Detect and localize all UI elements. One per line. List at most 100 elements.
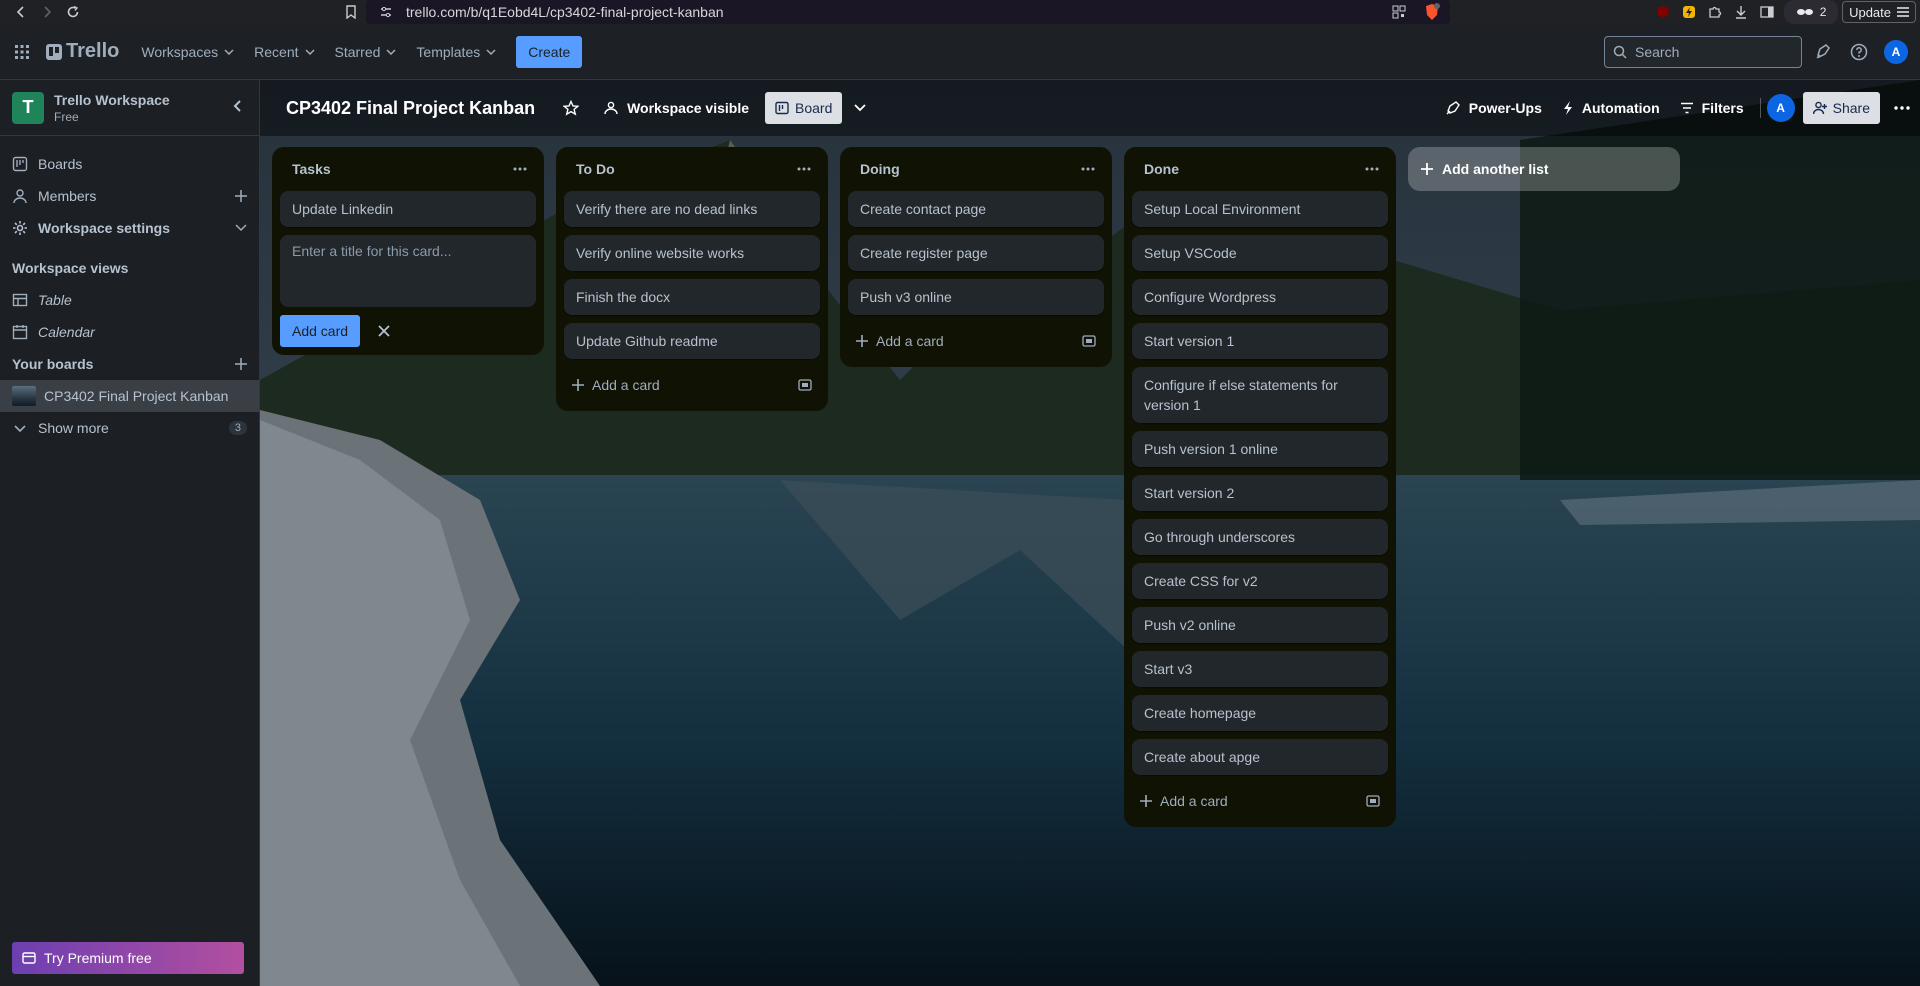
add-card-button[interactable]: Add a card bbox=[1132, 783, 1388, 819]
extensions-puzzle-icon[interactable] bbox=[1702, 0, 1728, 24]
card[interactable]: Setup VSCode bbox=[1132, 235, 1388, 271]
try-premium-button[interactable]: Try Premium free bbox=[12, 942, 244, 974]
board-menu-button[interactable] bbox=[1884, 92, 1920, 124]
brave-shields-icon[interactable] bbox=[1424, 3, 1440, 21]
back-icon[interactable] bbox=[8, 0, 34, 24]
share-button[interactable]: Share bbox=[1802, 92, 1880, 124]
site-settings-icon[interactable] bbox=[380, 6, 392, 18]
card[interactable]: Create contact page bbox=[848, 191, 1104, 227]
workspace-name[interactable]: Trello Workspace bbox=[54, 92, 170, 108]
card[interactable]: Start version 2 bbox=[1132, 475, 1388, 511]
nav-recent[interactable]: Recent bbox=[244, 36, 324, 68]
card-title-input[interactable]: Enter a title for this card... bbox=[280, 235, 536, 307]
card[interactable]: Finish the docx bbox=[564, 279, 820, 315]
bookmark-icon[interactable] bbox=[338, 0, 364, 24]
nav-starred[interactable]: Starred bbox=[325, 36, 407, 68]
nav-workspaces[interactable]: Workspaces bbox=[131, 36, 244, 68]
board-divider bbox=[1759, 98, 1761, 118]
download-icon[interactable] bbox=[1728, 0, 1754, 24]
qr-code-icon[interactable] bbox=[1392, 5, 1406, 19]
card[interactable]: Verify there are no dead links bbox=[564, 191, 820, 227]
notifications-icon[interactable] bbox=[1814, 36, 1834, 68]
board-title[interactable]: CP3402 Final Project Kanban bbox=[286, 98, 535, 119]
nav-templates[interactable]: Templates bbox=[406, 36, 506, 68]
address-bar[interactable]: trello.com/b/q1Eobd4L/cp3402-final-proje… bbox=[366, 0, 1450, 24]
card[interactable]: Push v2 online bbox=[1132, 607, 1388, 643]
card[interactable]: Create homepage bbox=[1132, 695, 1388, 731]
card-template-icon[interactable] bbox=[1366, 794, 1380, 808]
card[interactable]: Go through underscores bbox=[1132, 519, 1388, 555]
user-avatar[interactable]: A bbox=[1884, 40, 1908, 64]
ublock-icon[interactable] bbox=[1650, 0, 1676, 24]
list-menu-icon[interactable] bbox=[508, 157, 532, 181]
sidebar-view-table[interactable]: Table bbox=[0, 284, 259, 316]
power-ups-button[interactable]: Power-Ups bbox=[1435, 92, 1552, 124]
sidebar-item-boards[interactable]: Boards bbox=[0, 148, 259, 180]
sidebar-board-cp3402[interactable]: CP3402 Final Project Kanban bbox=[0, 380, 259, 412]
close-icon[interactable] bbox=[372, 319, 396, 343]
list-title[interactable]: To Do bbox=[576, 161, 615, 177]
search-input[interactable]: Search bbox=[1604, 36, 1802, 68]
composer-actions: Add card bbox=[280, 315, 536, 347]
app-switcher-icon[interactable] bbox=[14, 36, 32, 68]
board-member-avatar[interactable]: A bbox=[1766, 94, 1795, 122]
show-more-label: Show more bbox=[38, 420, 109, 436]
add-member-icon[interactable] bbox=[235, 190, 247, 202]
add-card-submit-button[interactable]: Add card bbox=[280, 315, 361, 347]
card-template-icon[interactable] bbox=[1082, 334, 1096, 348]
list-title[interactable]: Doing bbox=[860, 161, 900, 177]
list-tasks: Tasks Update Linkedin Enter a title for … bbox=[272, 147, 544, 355]
sidebar-item-workspace-settings[interactable]: Workspace settings bbox=[0, 212, 259, 244]
reload-icon[interactable] bbox=[60, 0, 86, 24]
card[interactable]: Update Github readme bbox=[564, 323, 820, 359]
show-more-button[interactable]: Show more 3 bbox=[0, 412, 259, 444]
views-dropdown-button[interactable] bbox=[844, 92, 876, 124]
card[interactable]: Setup Local Environment bbox=[1132, 191, 1388, 227]
collapse-sidebar-button[interactable] bbox=[233, 100, 241, 112]
add-board-icon[interactable] bbox=[235, 358, 247, 370]
trello-logo[interactable]: Trello bbox=[46, 36, 119, 68]
vpn-icon[interactable]: 2 bbox=[1784, 0, 1839, 24]
card[interactable]: Configure if else statements for version… bbox=[1132, 367, 1388, 423]
add-list-button[interactable]: Add another list bbox=[1408, 147, 1680, 191]
card-template-icon[interactable] bbox=[798, 378, 812, 392]
list-menu-icon[interactable] bbox=[1076, 157, 1100, 181]
list-menu-icon[interactable] bbox=[1360, 157, 1384, 181]
list-menu-icon[interactable] bbox=[792, 157, 816, 181]
list-to-do: To Do Verify there are no dead links Ver… bbox=[556, 147, 828, 411]
card[interactable]: Push v3 online bbox=[848, 279, 1104, 315]
help-icon[interactable] bbox=[1850, 36, 1870, 68]
visibility-button[interactable]: Workspace visible bbox=[593, 92, 759, 124]
add-card-button[interactable]: Add a card bbox=[848, 323, 1104, 359]
star-board-button[interactable] bbox=[553, 92, 589, 124]
automation-button[interactable]: Automation bbox=[1552, 92, 1670, 124]
sidebar-item-members[interactable]: Members bbox=[0, 180, 259, 212]
update-button[interactable]: Update bbox=[1842, 1, 1916, 23]
nav-label: Templates bbox=[416, 43, 481, 60]
card[interactable]: Push version 1 online bbox=[1132, 431, 1388, 467]
create-button[interactable]: Create bbox=[516, 35, 583, 68]
card[interactable]: Create register page bbox=[848, 235, 1104, 271]
chevron-down-icon bbox=[486, 48, 496, 55]
more-horizontal-icon bbox=[1894, 106, 1910, 110]
list-title[interactable]: Done bbox=[1144, 161, 1179, 177]
sidebar-view-calendar[interactable]: Calendar bbox=[0, 316, 259, 348]
forward-icon[interactable] bbox=[34, 0, 60, 24]
board-view-button[interactable]: Board bbox=[765, 92, 843, 124]
list-title[interactable]: Tasks bbox=[292, 161, 331, 177]
plus-icon bbox=[572, 379, 584, 391]
card[interactable]: Create about apge bbox=[1132, 739, 1388, 775]
card[interactable]: Start version 1 bbox=[1132, 323, 1388, 359]
card[interactable]: Configure Wordpress bbox=[1132, 279, 1388, 315]
board-icon bbox=[12, 156, 28, 172]
board-thumbnail bbox=[12, 386, 36, 406]
extension-bolt-icon[interactable] bbox=[1676, 0, 1702, 24]
add-card-button[interactable]: Add a card bbox=[564, 367, 820, 403]
card[interactable]: Verify online website works bbox=[564, 235, 820, 271]
filter-icon bbox=[1680, 102, 1693, 114]
card[interactable]: Create CSS for v2 bbox=[1132, 563, 1388, 599]
filters-button[interactable]: Filters bbox=[1670, 92, 1754, 124]
sidebar-toggle-icon[interactable] bbox=[1754, 0, 1780, 24]
card[interactable]: Start v3 bbox=[1132, 651, 1388, 687]
card[interactable]: Update Linkedin bbox=[280, 191, 536, 227]
